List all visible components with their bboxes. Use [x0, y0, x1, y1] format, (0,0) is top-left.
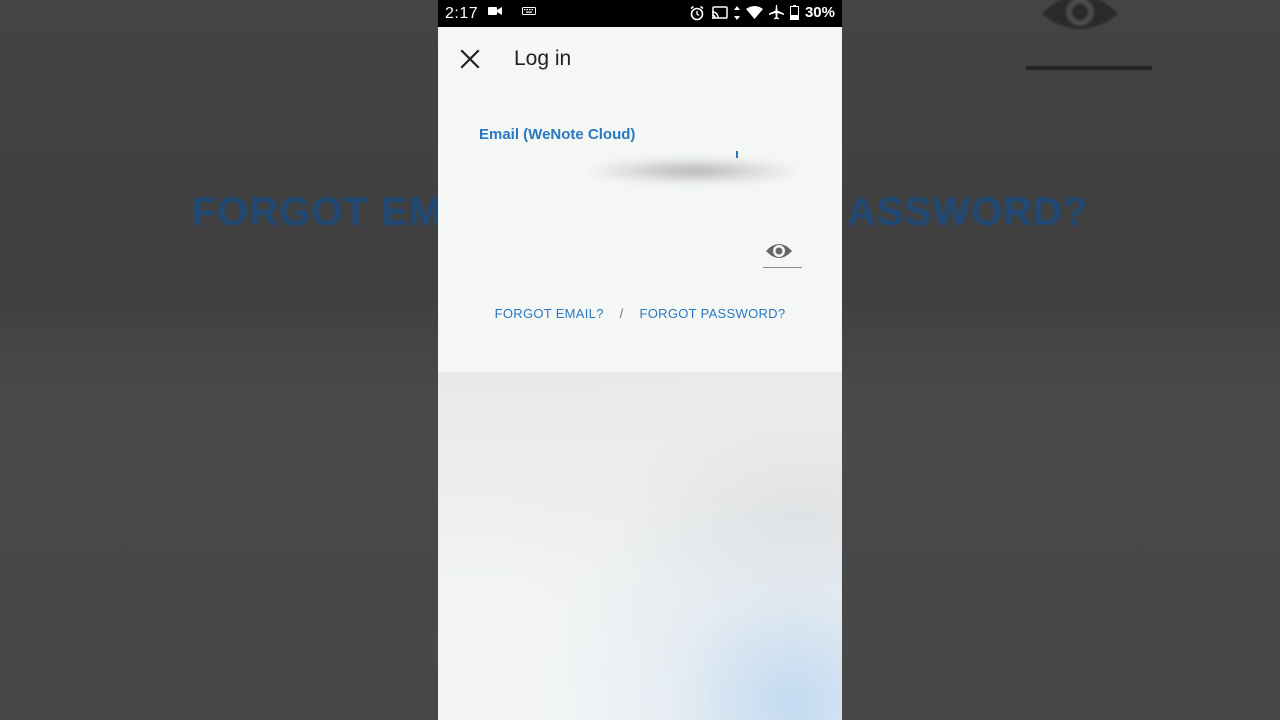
wifi-icon: [745, 6, 763, 19]
blurred-eye-icon: [1042, 0, 1118, 29]
password-field[interactable]: [479, 234, 759, 268]
status-right-icons: 30%: [689, 4, 835, 21]
data-arrows-icon: [733, 5, 740, 20]
password-underline: [763, 267, 802, 268]
keyboard-icon: [522, 7, 536, 15]
blurred-lower-area: [438, 372, 842, 720]
email-label: Email (WeNote Cloud): [479, 126, 636, 143]
blurred-underline: [1026, 66, 1152, 70]
email-field[interactable]: [479, 148, 804, 188]
status-bar: 2:17 30%: [438, 0, 842, 27]
battery-icon: [789, 5, 799, 20]
battery-percentage: 30%: [804, 4, 835, 21]
forgot-links-row: FORGOT EMAIL? / FORGOT PASSWORD?: [438, 306, 842, 321]
links-separator: /: [619, 306, 624, 321]
blurred-text-left: FORGOT EM: [191, 190, 443, 234]
show-password-eye-icon[interactable]: [765, 240, 793, 262]
page-title: Log in: [514, 47, 572, 70]
cast-icon: [711, 5, 728, 19]
video-camera-icon: [488, 7, 502, 15]
status-time: 2:17: [445, 5, 479, 22]
airplane-icon: [768, 5, 784, 20]
phone-screen: 2:17 30% Log in Email (WeNote Cloud) FOR…: [438, 0, 842, 720]
forgot-email-link[interactable]: FORGOT EMAIL?: [495, 306, 604, 321]
forgot-password-link[interactable]: FORGOT PASSWORD?: [640, 306, 786, 321]
close-icon[interactable]: [458, 47, 482, 71]
blurred-text-right: ASSWORD?: [846, 190, 1089, 234]
alarm-icon: [690, 5, 704, 20]
app-bar: Log in: [438, 27, 842, 91]
status-left-icons: [488, 6, 536, 16]
